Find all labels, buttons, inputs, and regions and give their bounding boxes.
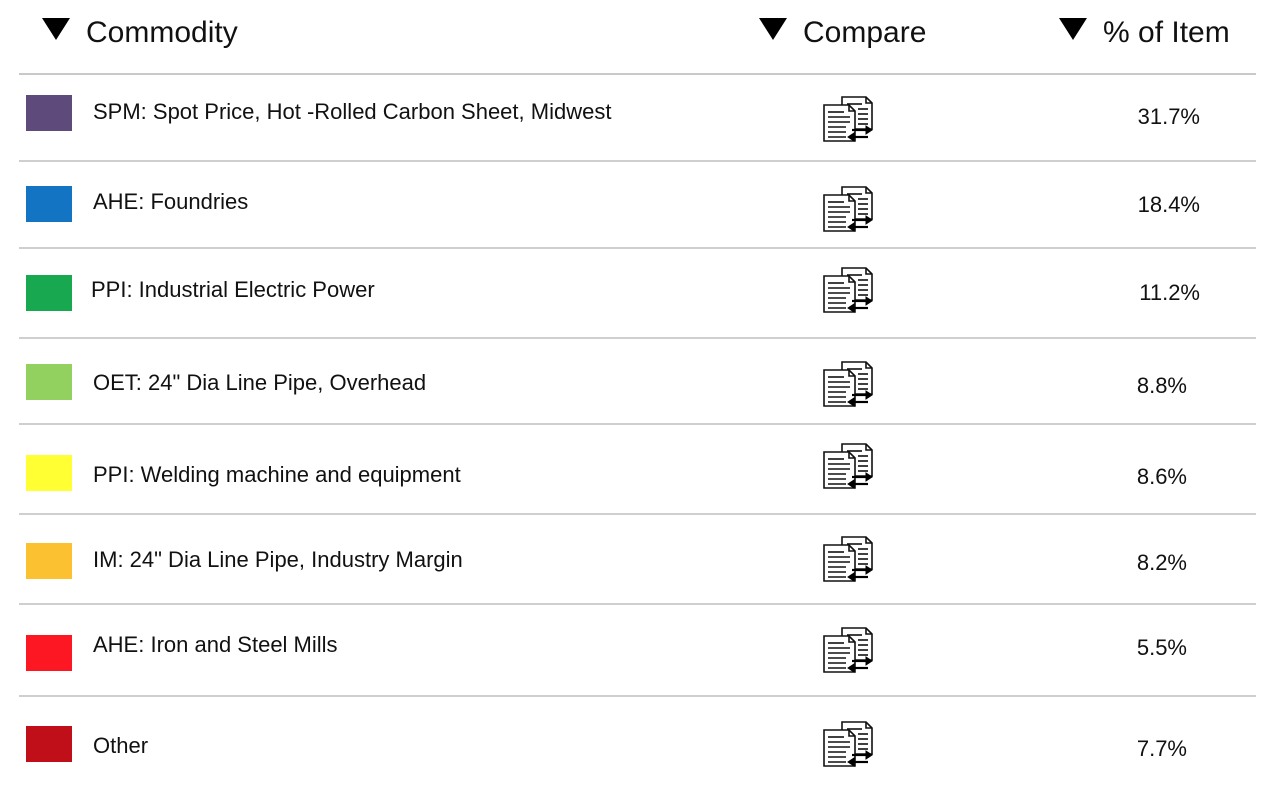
commodity-column-header[interactable]: Commodity [42, 16, 238, 50]
color-swatch [26, 364, 72, 400]
table-row: Other 7.7% [19, 697, 1256, 797]
color-swatch [26, 186, 72, 222]
pct-value: 8.2% [1136, 550, 1187, 575]
pct-value: 5.5% [1136, 635, 1187, 660]
table-row: AHE: Iron and Steel Mills 5.5% [19, 605, 1256, 697]
commodity-label: AHE: Iron and Steel Mills [93, 632, 338, 657]
compare-header-label: Compare [803, 16, 927, 49]
pct-value: 18.4% [1137, 192, 1200, 217]
compare-documents-icon[interactable] [822, 360, 874, 408]
table-row: OET: 24" Dia Line Pipe, Overhead 8.8% [19, 339, 1256, 425]
commodity-header-label: Commodity [86, 16, 238, 49]
compare-documents-icon[interactable] [822, 626, 874, 674]
compare-documents-icon[interactable] [822, 185, 874, 233]
pct-header-label: % of Item [1103, 16, 1230, 49]
color-swatch [26, 455, 72, 491]
commodity-label: PPI: Industrial Electric Power [91, 277, 375, 302]
pct-value: 11.2% [1139, 280, 1200, 305]
compare-documents-icon[interactable] [822, 535, 874, 583]
table-row: SPM: Spot Price, Hot -Rolled Carbon Shee… [19, 75, 1256, 162]
pct-value: 31.7% [1137, 104, 1200, 129]
commodity-label: IM: 24" Dia Line Pipe, Industry Margin [93, 547, 463, 572]
commodity-table: Commodity Compare % of Item SPM: Spot Pr… [19, 0, 1256, 797]
triangle-down-icon [759, 18, 787, 40]
triangle-down-icon [42, 18, 70, 40]
compare-column-header[interactable]: Compare [759, 16, 926, 50]
commodity-label: SPM: Spot Price, Hot -Rolled Carbon Shee… [93, 99, 612, 124]
table-row: PPI: Welding machine and equipment 8.6% [19, 425, 1256, 515]
pct-value: 8.6% [1136, 464, 1187, 489]
pct-value: 8.8% [1136, 373, 1187, 398]
commodity-label: AHE: Foundries [93, 189, 249, 214]
table-row: IM: 24" Dia Line Pipe, Industry Margin 8… [19, 515, 1256, 605]
color-swatch [26, 726, 72, 762]
commodity-label: PPI: Welding machine and equipment [93, 462, 461, 487]
compare-documents-icon[interactable] [822, 720, 874, 768]
color-swatch [26, 543, 72, 579]
color-swatch [26, 635, 72, 671]
compare-documents-icon[interactable] [822, 266, 874, 314]
compare-documents-icon[interactable] [822, 442, 874, 490]
color-swatch [26, 275, 72, 311]
table-row: PPI: Industrial Electric Power 11.2% [19, 249, 1256, 339]
pct-of-item-column-header[interactable]: % of Item [1059, 16, 1230, 50]
table-row: AHE: Foundries 18.4% [19, 162, 1256, 249]
commodity-label: OET: 24" Dia Line Pipe, Overhead [93, 370, 427, 395]
color-swatch [26, 95, 72, 131]
commodity-label: Other [93, 733, 149, 758]
table-header: Commodity Compare % of Item [19, 0, 1256, 75]
triangle-down-icon [1059, 18, 1087, 40]
pct-value: 7.7% [1136, 736, 1187, 761]
compare-documents-icon[interactable] [822, 95, 874, 143]
